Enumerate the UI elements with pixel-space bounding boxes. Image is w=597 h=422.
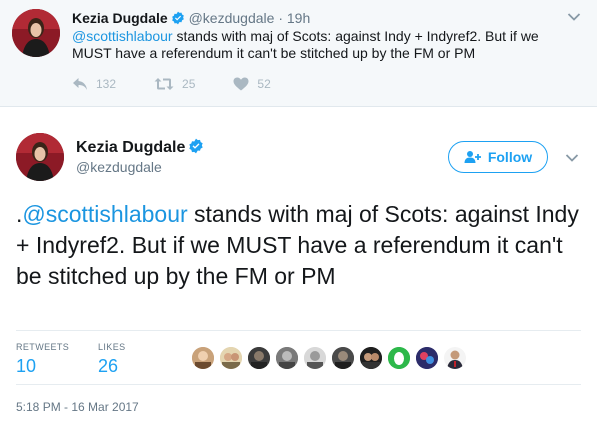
mention-link[interactable]: @scottishlabour xyxy=(72,28,173,44)
follow-button[interactable]: Follow xyxy=(448,141,548,173)
likes-count: 26 xyxy=(98,356,119,376)
retweet-button[interactable]: 25 xyxy=(154,77,195,91)
avatar[interactable] xyxy=(16,133,64,181)
avatar-photo xyxy=(12,9,60,57)
liker-avatar[interactable] xyxy=(304,347,326,369)
liker-avatar[interactable] xyxy=(192,347,214,369)
reply-count: 132 xyxy=(96,77,117,91)
reply-icon xyxy=(73,78,87,90)
tweet-text: @scottishlabour stands with maj of Scots… xyxy=(72,28,572,62)
heart-icon xyxy=(233,77,249,91)
like-count: 52 xyxy=(257,77,271,91)
tweet-text: .@scottishlabour stands with maj of Scot… xyxy=(16,199,586,292)
liker-avatar[interactable] xyxy=(276,347,298,369)
divider xyxy=(16,330,581,331)
like-button[interactable]: 52 xyxy=(233,77,271,91)
liker-avatar[interactable] xyxy=(444,347,466,369)
likes-stat[interactable]: LIKES 26 xyxy=(98,342,126,377)
retweet-icon xyxy=(154,78,174,90)
author-handle[interactable]: @kezdugdale xyxy=(189,10,275,26)
retweet-count: 25 xyxy=(182,77,196,91)
avatar[interactable] xyxy=(12,9,60,57)
liker-avatar[interactable] xyxy=(360,347,382,369)
tweet-timestamp[interactable]: 5:18 PM - 16 Mar 2017 xyxy=(16,400,139,414)
retweets-label: RETWEETS xyxy=(16,342,70,352)
liker-avatar[interactable] xyxy=(388,347,410,369)
add-user-icon xyxy=(464,151,481,163)
follow-label: Follow xyxy=(487,149,533,165)
chevron-down-icon[interactable] xyxy=(567,9,581,27)
tweet-actions: 132 25 52 xyxy=(72,77,309,91)
liker-avatar[interactable] xyxy=(416,347,438,369)
reply-button[interactable]: 132 xyxy=(72,77,116,91)
likes-label: LIKES xyxy=(98,342,126,352)
author-name[interactable]: Kezia Dugdale xyxy=(72,10,168,26)
separator-dot: · xyxy=(278,10,283,26)
context-tweet[interactable]: Kezia Dugdale @kezdugdale · 19h @scottis… xyxy=(0,0,597,107)
author-name[interactable]: Kezia Dugdale xyxy=(76,138,204,160)
liker-avatar[interactable] xyxy=(248,347,270,369)
mention-link[interactable]: @scottishlabour xyxy=(22,201,187,227)
author-handle[interactable]: @kezdugdale xyxy=(76,159,162,175)
avatar-photo xyxy=(16,133,64,181)
tweet-stats: RETWEETS 10 LIKES 26 xyxy=(0,330,597,385)
retweets-count: 10 xyxy=(16,356,37,376)
liker-avatar[interactable] xyxy=(332,347,354,369)
divider xyxy=(16,384,581,385)
verified-icon xyxy=(171,11,185,29)
retweets-stat[interactable]: RETWEETS 10 xyxy=(16,342,69,377)
liker-avatar[interactable] xyxy=(220,347,242,369)
tweet-header: Kezia Dugdale @kezdugdale · 19h xyxy=(72,9,310,29)
tweet-time[interactable]: 19h xyxy=(287,10,310,26)
chevron-down-icon[interactable] xyxy=(565,150,579,168)
author-name-text: Kezia Dugdale xyxy=(76,139,186,156)
verified-icon xyxy=(188,138,204,160)
liker-avatars xyxy=(192,347,472,369)
